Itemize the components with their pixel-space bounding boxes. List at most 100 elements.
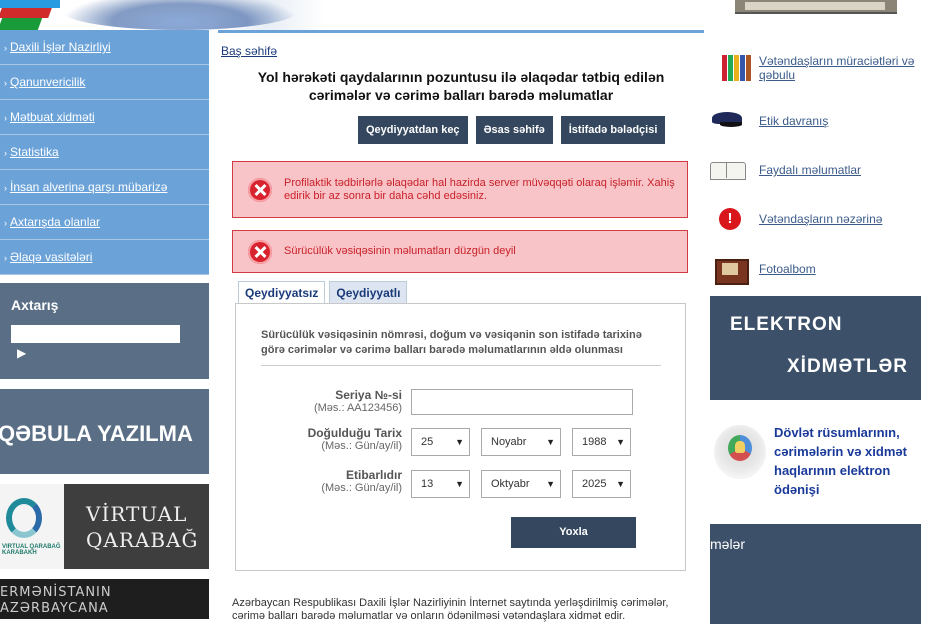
error-license-text: Sürücülük vəsiqəsinin məlumatları düzgün… <box>284 245 516 257</box>
banner-electronic-payment[interactable]: Dövlət rüsumlarının, cərimələrin və xidm… <box>710 415 925 505</box>
error-server-message: Profilaktik tədbirlərlə əlaqədar hal haz… <box>232 161 688 218</box>
books-icon <box>720 53 756 83</box>
chevron-down-icon: ▼ <box>455 479 464 489</box>
chevron-down-icon: ▼ <box>616 479 625 489</box>
virtual-karabakh-logo-text: VIRTUAL QARABAĞ KARABAKH <box>2 544 61 556</box>
virtual-karabakh-line1: VİRTUAL <box>86 502 188 526</box>
electronic-services-line2: XİDMƏTLƏR <box>787 356 909 377</box>
birth-label-group: Doğulduğu Tarix (Məs.: Gün/ay/il) <box>262 426 402 452</box>
open-book-icon <box>710 155 746 185</box>
police-cap-icon <box>710 106 746 136</box>
sidebar-item-press[interactable]: › Mətbuat xidməti <box>0 100 209 135</box>
valid-year-select[interactable]: 2025 ▼ <box>572 470 631 498</box>
valid-date-label: Etibarlıdır <box>345 468 402 482</box>
banner-appointment[interactable]: QƏBULA YAZILMA <box>0 389 209 474</box>
flag-stripe-blue <box>0 0 60 8</box>
banner-armenia[interactable]: ERMƏNİSTANIN AZƏRBAYCANA <box>0 579 209 619</box>
valid-date-hint: (Məs.: Gün/ay/il) <box>321 482 402 494</box>
header-building-photo <box>735 0 897 14</box>
license-series-input[interactable] <box>411 389 633 415</box>
series-label-group: Seriya №-si (Məs.: AA123456) <box>262 388 402 414</box>
chevron-down-icon: ▼ <box>546 479 555 489</box>
right-link-label: Fotoalbom <box>759 262 816 276</box>
banner-partial[interactable]: mələr <box>710 524 921 624</box>
banner-electronic-services[interactable]: ELEKTRON XİDMƏTLƏR <box>710 296 921 400</box>
banner-armenia-line2: AZƏRBAYCANA <box>0 601 109 616</box>
form-description: Sürücülük vəsiqəsinin nömrəsi, doğum və … <box>261 329 642 356</box>
check-submit-button[interactable]: Yoxla <box>511 517 636 548</box>
chevron-right-icon: › <box>4 43 7 53</box>
home-button[interactable]: Əsas səhifə <box>475 116 553 144</box>
birth-date-label: Doğulduğu Tarix <box>307 426 402 440</box>
birth-month-select[interactable]: Noyabr ▼ <box>481 428 561 456</box>
sidebar-item-contacts[interactable]: › Əlaqə vasitələri <box>0 240 209 275</box>
chevron-right-icon: › <box>4 183 7 193</box>
error-x-icon <box>248 239 272 264</box>
main-top-divider <box>218 30 704 33</box>
chevron-right-icon: › <box>4 113 7 123</box>
banner-armenia-line1: ERMƏNİSTANIN <box>0 585 112 600</box>
sidebar-item-ministry[interactable]: › Daxili İşlər Nazirliyi <box>0 30 209 65</box>
sidebar-item-statistics[interactable]: › Statistika <box>0 135 209 170</box>
sidebar-gap <box>0 275 209 283</box>
chevron-down-icon: ▼ <box>455 437 464 447</box>
birth-year-select[interactable]: 1988 ▼ <box>572 428 631 456</box>
valid-day-select[interactable]: 13 ▼ <box>411 470 470 498</box>
chevron-right-icon: › <box>4 78 7 88</box>
right-link-photo-album[interactable]: Fotoalbom <box>710 249 925 289</box>
state-emblem-icon <box>714 425 766 479</box>
electronic-payment-text: Dövlət rüsumlarının, cərimələrin və xidm… <box>774 425 907 497</box>
photo-icon <box>710 254 749 285</box>
valid-label-group: Etibarlıdır (Məs.: Gün/ay/il) <box>262 468 402 494</box>
virtual-karabakh-title: VİRTUAL QARABAĞ <box>86 501 198 553</box>
chevron-right-icon: › <box>4 148 7 158</box>
right-link-label: Vətəndaşların nəzərinə <box>759 212 883 226</box>
header-wave-decoration <box>60 0 300 30</box>
virtual-karabakh-logo: VIRTUAL QARABAĞ KARABAKH <box>0 484 64 569</box>
page-title: Yol hərəkəti qaydalarının pozuntusu ilə … <box>257 69 665 103</box>
birth-day-select[interactable]: 25 ▼ <box>411 428 470 456</box>
right-link-attention[interactable]: Vətəndaşların nəzərinə <box>710 199 925 239</box>
search-input[interactable] <box>11 325 180 343</box>
right-link-label: Etik davranış <box>759 114 829 128</box>
tab-registered[interactable]: Qeydiyyatlı <box>329 281 408 303</box>
search-panel: Axtarış ▶ <box>0 283 209 379</box>
right-link-ethics[interactable]: Etik davranış <box>710 101 925 141</box>
virtual-karabakh-line2: QARABAĞ <box>86 528 199 552</box>
chevron-right-icon: › <box>4 218 7 228</box>
series-hint: (Məs.: AA123456) <box>313 402 402 414</box>
right-link-label: Faydalı məlumatlar <box>759 163 862 177</box>
banner-virtual-karabakh[interactable]: VIRTUAL QARABAĞ KARABAKH VİRTUAL QARABAĞ <box>0 484 209 569</box>
fine-lookup-form: Sürücülük vəsiqəsinin nömrəsi, doğum və … <box>235 303 686 571</box>
chevron-down-icon: ▼ <box>616 437 625 447</box>
search-title: Axtarış <box>11 297 59 313</box>
error-server-text: Profilaktik tədbirlərlə əlaqədar hal haz… <box>284 176 675 202</box>
sidebar-item-wanted[interactable]: › Axtarışda olanlar <box>0 205 209 240</box>
chevron-right-icon: › <box>4 253 7 263</box>
chevron-down-icon: ▼ <box>546 437 555 447</box>
right-link-useful-info[interactable]: Faydalı məlumatlar <box>710 150 925 190</box>
flag-stripe-red <box>0 8 52 18</box>
breadcrumb-home-link[interactable]: Baş səhifə <box>221 44 277 58</box>
register-button[interactable]: Qeydiyyatdan keç <box>358 116 468 144</box>
footer-description: Azərbaycan Respublikası Daxili İşlər Naz… <box>232 597 669 622</box>
right-link-citizen-appeals[interactable]: Vətəndaşların müraciətləri və qəbulu <box>710 48 925 88</box>
form-tabs: Qeydiyyatsız Qeydiyyatlı <box>238 281 408 304</box>
karabakh-swirl-icon <box>6 498 42 538</box>
error-x-icon <box>248 177 272 202</box>
electronic-services-line1: ELEKTRON <box>730 314 843 335</box>
sidebar-item-trafficking[interactable]: › İnsan alverinə qarşı mübarizə <box>0 170 209 205</box>
tab-unregistered[interactable]: Qeydiyyatsız <box>238 281 326 304</box>
exclamation-icon <box>710 204 746 234</box>
left-sidebar: › Daxili İşlər Nazirliyi › Qanunvericilik … <box>0 30 209 619</box>
user-guide-button[interactable]: İstifadə bələdçisi <box>560 116 666 144</box>
search-submit-icon[interactable]: ▶ <box>17 346 198 360</box>
form-divider <box>261 365 661 366</box>
header-flag-banner <box>0 0 705 30</box>
sidebar-item-legislation[interactable]: › Qanunvericilik <box>0 65 209 100</box>
banner-partial-text: mələr <box>710 536 746 552</box>
series-label: Seriya №-si <box>335 388 402 402</box>
action-buttons: Qeydiyyatdan keç Əsas səhifə İstifadə bə… <box>358 116 666 144</box>
valid-month-select[interactable]: Oktyabr ▼ <box>481 470 561 498</box>
birth-date-hint: (Məs.: Gün/ay/il) <box>321 440 402 452</box>
